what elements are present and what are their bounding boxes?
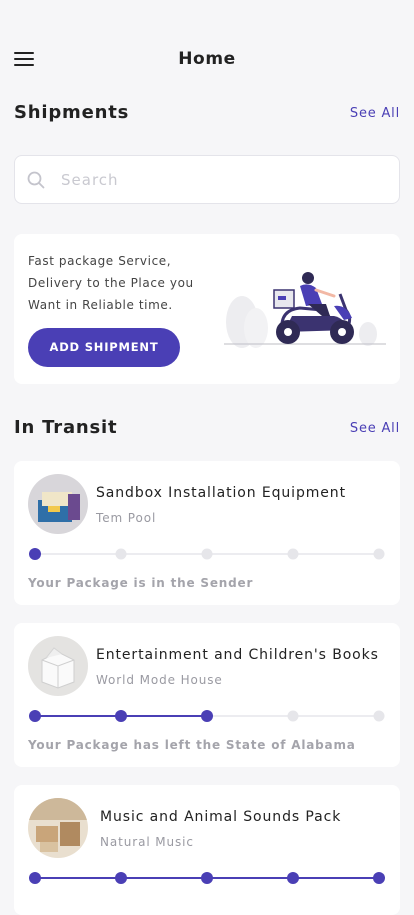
top-bar: Home <box>0 0 414 90</box>
shipment-subtitle: Tem Pool <box>96 511 157 525</box>
package-thumbnail <box>28 798 88 858</box>
progress-step-pending <box>373 710 385 722</box>
progress-step-pending <box>115 548 127 560</box>
shipment-title: Sandbox Installation Equipment <box>96 485 346 501</box>
shipments-header: Shipments See All <box>14 102 400 128</box>
progress-step-complete <box>29 872 41 884</box>
promo-line: Fast package Service, <box>28 254 172 268</box>
shipments-see-all-link[interactable]: See All <box>350 106 400 121</box>
in-transit-header: In Transit See All <box>14 417 400 443</box>
progress-step-complete <box>29 548 41 560</box>
search-box <box>14 155 400 204</box>
progress-step-pending <box>373 548 385 560</box>
shipments-title: Shipments <box>14 102 130 123</box>
progress-step-complete <box>29 710 41 722</box>
add-shipment-button[interactable]: ADD SHIPMENT <box>28 328 180 367</box>
progress-step-complete <box>373 872 385 884</box>
progress-step-pending <box>201 548 213 560</box>
package-thumbnail <box>28 474 88 534</box>
shipment-subtitle: Natural Music <box>100 835 194 849</box>
progress-track <box>29 872 385 884</box>
search-input[interactable] <box>59 166 383 194</box>
shipment-card[interactable]: Sandbox Installation Equipment Tem Pool … <box>14 461 400 605</box>
progress-step-complete <box>201 710 213 722</box>
shipment-card[interactable]: Entertainment and Children's Books World… <box>14 623 400 767</box>
progress-step-complete <box>115 872 127 884</box>
progress-track <box>29 710 385 722</box>
promo-card: Fast package Service, Delivery to the Pl… <box>14 234 400 384</box>
in-transit-see-all-link[interactable]: See All <box>350 421 400 436</box>
promo-line: Delivery to the Place you <box>28 276 194 290</box>
package-thumbnail <box>28 636 88 696</box>
progress-step-complete <box>287 872 299 884</box>
in-transit-title: In Transit <box>14 417 118 438</box>
promo-line: Want in Reliable time. <box>28 298 173 312</box>
progress-step-pending <box>287 548 299 560</box>
progress-step-complete <box>201 872 213 884</box>
delivery-scooter-illustration <box>224 272 386 348</box>
page-title: Home <box>178 49 236 69</box>
shipment-status: Your Package is in the Sender <box>28 576 254 590</box>
shipment-status: Your Package has left the State of Alaba… <box>28 738 356 752</box>
shipment-subtitle: World Mode House <box>96 673 223 687</box>
progress-track <box>29 548 385 560</box>
progress-step-pending <box>287 710 299 722</box>
shipment-title: Music and Animal Sounds Pack <box>100 809 342 825</box>
progress-step-complete <box>115 710 127 722</box>
search-icon <box>27 171 45 189</box>
shipment-title: Entertainment and Children's Books <box>96 647 379 663</box>
promo-text: Fast package Service, Delivery to the Pl… <box>28 250 228 316</box>
